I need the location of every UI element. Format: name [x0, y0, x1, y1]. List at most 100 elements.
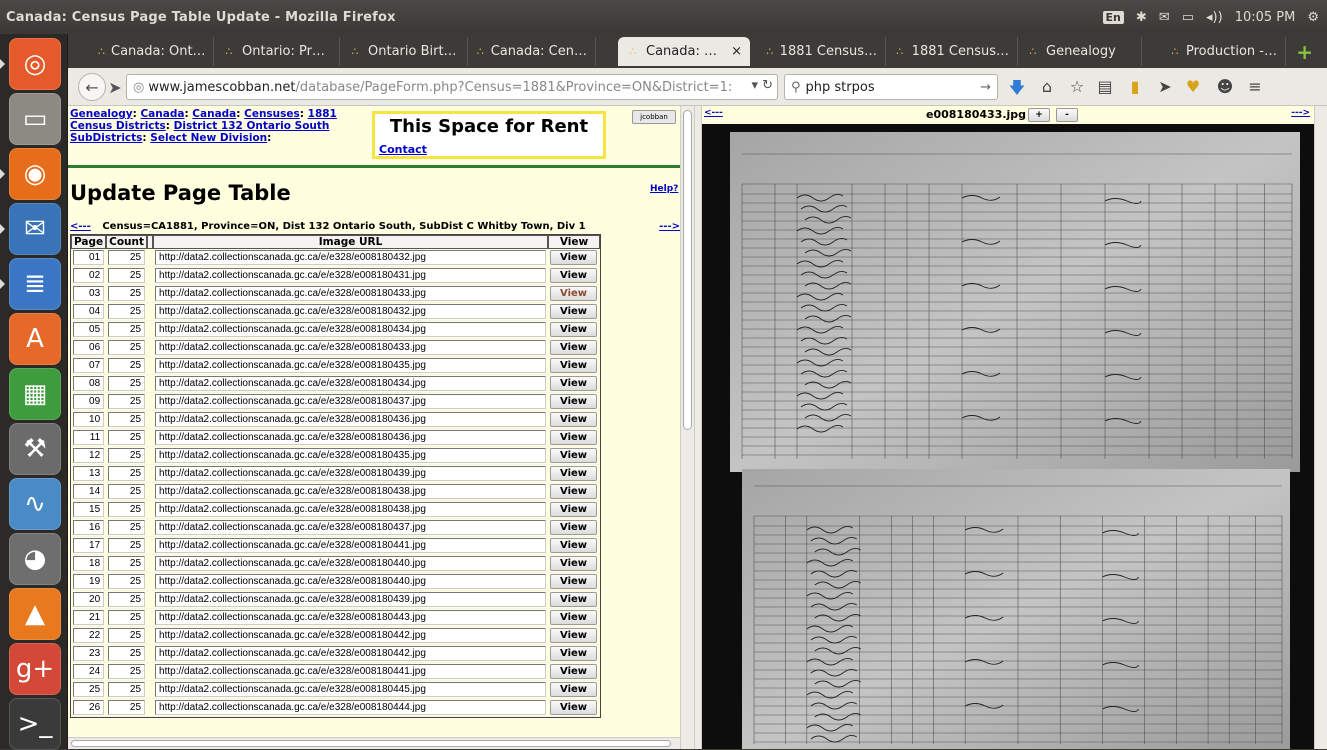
image-url-field[interactable]: http://data2.collectionscanada.gc.ca/e/e…: [155, 538, 547, 553]
page-number-field[interactable]: 20: [73, 592, 105, 607]
image-url-field[interactable]: http://data2.collectionscanada.gc.ca/e/e…: [155, 430, 547, 445]
breadcrumb-censuses[interactable]: Censuses: [244, 108, 300, 120]
bookmark-star-icon[interactable]: ☆: [1066, 77, 1088, 96]
line-count-field[interactable]: 25: [108, 394, 146, 409]
url-bar[interactable]: ◎ www.jamescobban.net/database/PageForm.…: [126, 74, 778, 100]
breadcrumb-subdistricts[interactable]: SubDistricts: [70, 132, 142, 144]
forward-arrow-icon[interactable]: ➤: [104, 73, 126, 101]
scroll-thumb[interactable]: [71, 740, 671, 747]
vertical-scrollbar[interactable]: [680, 106, 694, 749]
page-number-field[interactable]: 23: [73, 646, 105, 661]
line-count-field[interactable]: 25: [108, 268, 146, 283]
user-button[interactable]: jcobban: [632, 110, 676, 124]
reload-icon[interactable]: ▾ ↻: [747, 78, 773, 93]
image-url-field[interactable]: http://data2.collectionscanada.gc.ca/e/e…: [155, 448, 547, 463]
view-image-button[interactable]: View: [550, 664, 598, 679]
zoom-in-button[interactable]: +: [1028, 108, 1050, 122]
reading-list-icon[interactable]: ▤: [1094, 77, 1116, 96]
volume-icon[interactable]: ◂)): [1206, 10, 1223, 25]
tab-1[interactable]: ∴ Canada: Ont…: [90, 37, 214, 66]
page-number-field[interactable]: 24: [73, 664, 105, 679]
thunderbird-icon[interactable]: ✉: [9, 203, 61, 255]
line-count-field[interactable]: 25: [108, 430, 146, 445]
image-url-field[interactable]: http://data2.collectionscanada.gc.ca/e/e…: [155, 466, 547, 481]
close-tab-icon[interactable]: ×: [723, 44, 742, 59]
chat-icon[interactable]: ☻: [1214, 77, 1236, 96]
line-count-field[interactable]: 25: [108, 358, 146, 373]
view-image-button[interactable]: View: [550, 466, 598, 481]
battery-icon[interactable]: ▭: [1182, 10, 1194, 25]
zoom-out-button[interactable]: -: [1056, 108, 1078, 122]
page-number-field[interactable]: 18: [73, 556, 105, 571]
page-number-field[interactable]: 03: [73, 286, 105, 301]
line-count-field[interactable]: 25: [108, 466, 146, 481]
files-icon[interactable]: ▭: [9, 93, 61, 145]
page-number-field[interactable]: 22: [73, 628, 105, 643]
back-arrow-icon[interactable]: ←: [78, 73, 106, 101]
image-url-field[interactable]: http://data2.collectionscanada.gc.ca/e/e…: [155, 340, 547, 355]
image-url-field[interactable]: http://data2.collectionscanada.gc.ca/e/e…: [155, 664, 547, 679]
firefox-icon[interactable]: ◉: [9, 148, 61, 200]
image-url-field[interactable]: http://data2.collectionscanada.gc.ca/e/e…: [155, 592, 547, 607]
software-center-icon[interactable]: A: [9, 313, 61, 365]
search-bar[interactable]: ⚲ php strpos →: [784, 74, 998, 100]
view-image-button[interactable]: View: [550, 304, 598, 319]
page-number-field[interactable]: 25: [73, 682, 105, 697]
view-image-button[interactable]: View: [550, 538, 598, 553]
image-url-field[interactable]: http://data2.collectionscanada.gc.ca/e/e…: [155, 682, 547, 697]
system-settings-icon[interactable]: ⚒: [9, 423, 61, 475]
view-image-button[interactable]: View: [550, 484, 598, 499]
image-url-field[interactable]: http://data2.collectionscanada.gc.ca/e/e…: [155, 268, 547, 283]
view-image-button[interactable]: View: [550, 556, 598, 571]
page-number-field[interactable]: 05: [73, 322, 105, 337]
tab-8[interactable]: ∴ Genealogy: [1018, 37, 1142, 66]
view-image-button[interactable]: View: [550, 502, 598, 517]
addon-icon[interactable]: ♥: [1182, 77, 1204, 96]
line-count-field[interactable]: 25: [108, 646, 146, 661]
page-number-field[interactable]: 07: [73, 358, 105, 373]
view-image-button[interactable]: View: [550, 430, 598, 445]
breadcrumb-district[interactable]: District 132 Ontario South: [174, 120, 330, 132]
line-count-field[interactable]: 25: [108, 520, 146, 535]
gimp-icon[interactable]: ◕: [9, 533, 61, 585]
line-count-field[interactable]: 25: [108, 502, 146, 517]
page-number-field[interactable]: 21: [73, 610, 105, 625]
page-number-field[interactable]: 02: [73, 268, 105, 283]
line-count-field[interactable]: 25: [108, 574, 146, 589]
view-image-button[interactable]: View: [550, 592, 598, 607]
tab-4[interactable]: ∴ Canada: Cen…: [468, 37, 596, 66]
view-image-button[interactable]: View: [550, 250, 598, 265]
image-url-field[interactable]: http://data2.collectionscanada.gc.ca/e/e…: [155, 394, 547, 409]
breadcrumb-canada-2[interactable]: Canada: [192, 108, 236, 120]
tab-6[interactable]: ∴ 1881 Census…: [758, 37, 886, 66]
page-number-field[interactable]: 19: [73, 574, 105, 589]
mail-icon[interactable]: ✉: [1159, 10, 1170, 25]
view-image-button[interactable]: View: [550, 376, 598, 391]
breadcrumb-select-division[interactable]: Select New Division: [150, 132, 267, 144]
calc-icon[interactable]: ▦: [9, 368, 61, 420]
image-url-field[interactable]: http://data2.collectionscanada.gc.ca/e/e…: [155, 322, 547, 337]
next-division-link[interactable]: --->: [659, 221, 680, 232]
image-url-field[interactable]: http://data2.collectionscanada.gc.ca/e/e…: [155, 502, 547, 517]
terminal-icon[interactable]: >_: [9, 698, 61, 750]
line-count-field[interactable]: 25: [108, 628, 146, 643]
image-url-field[interactable]: http://data2.collectionscanada.gc.ca/e/e…: [155, 376, 547, 391]
writer-icon[interactable]: ≣: [9, 258, 61, 310]
download-icon[interactable]: 🡇: [1006, 77, 1028, 104]
view-image-button[interactable]: View: [550, 628, 598, 643]
page-number-field[interactable]: 01: [73, 250, 105, 265]
view-image-button[interactable]: View: [550, 322, 598, 337]
system-monitor-icon[interactable]: ∿: [9, 478, 61, 530]
new-tab-plus-icon[interactable]: +: [1296, 40, 1313, 64]
send-icon[interactable]: ➤: [1154, 77, 1176, 96]
image-url-field[interactable]: http://data2.collectionscanada.gc.ca/e/e…: [155, 484, 547, 499]
tab-9[interactable]: ∴ Production -…: [1162, 37, 1286, 66]
page-number-field[interactable]: 16: [73, 520, 105, 535]
view-image-button[interactable]: View: [550, 448, 598, 463]
breadcrumb-genealogy[interactable]: Genealogy: [70, 108, 133, 120]
search-go-arrow-icon[interactable]: →: [980, 80, 991, 95]
image-url-field[interactable]: http://data2.collectionscanada.gc.ca/e/e…: [155, 628, 547, 643]
line-count-field[interactable]: 25: [108, 610, 146, 625]
view-image-button[interactable]: View: [550, 286, 598, 301]
line-count-field[interactable]: 25: [108, 448, 146, 463]
